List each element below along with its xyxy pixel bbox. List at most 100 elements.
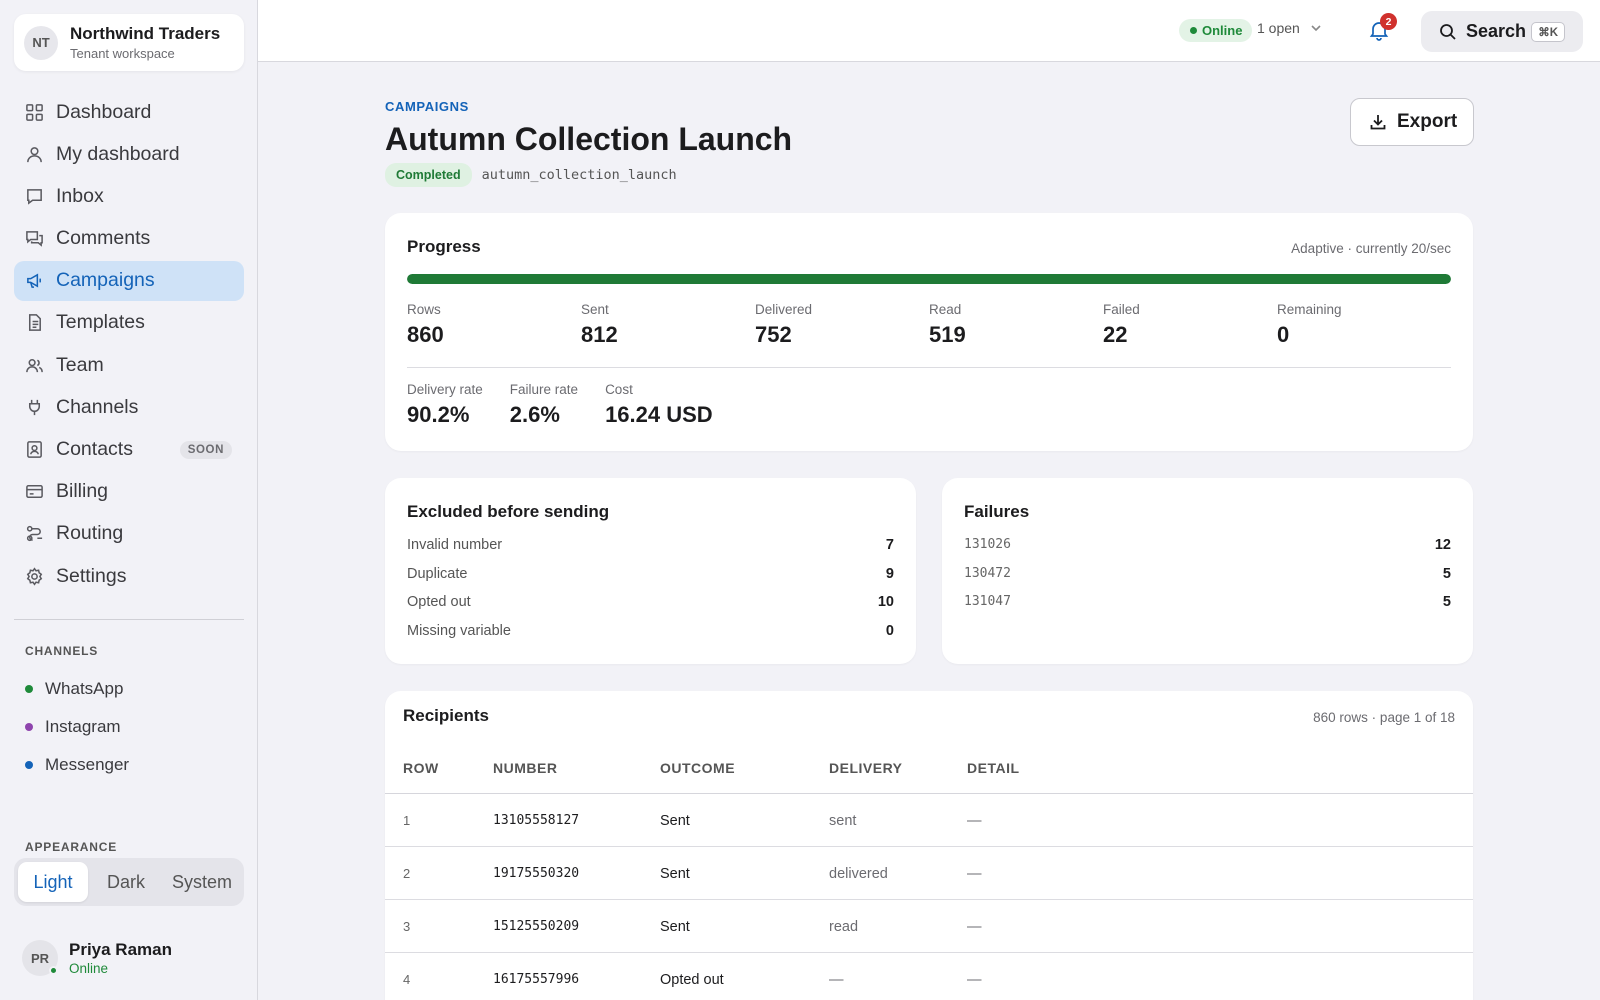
search-icon	[1440, 23, 1456, 40]
item-value: 12	[1434, 537, 1451, 553]
stat-label: Remaining	[1277, 302, 1342, 317]
stat-value: 22	[1103, 322, 1128, 347]
search-label: Search	[1466, 21, 1527, 41]
connection-status-badge: Online	[1179, 19, 1253, 42]
sidebar-item-label: My dashboard	[56, 142, 180, 165]
sidebar-item-settings[interactable]: Settings	[14, 556, 244, 596]
page-title: Autumn Collection Launch	[385, 121, 793, 157]
column-header-outcome[interactable]: OUTCOME	[660, 760, 735, 776]
stat-label: Rows	[407, 302, 441, 317]
cell-delivery: delivered	[829, 866, 888, 882]
cell-row: 2	[403, 866, 411, 881]
table-row[interactable]: 4 16175557996 Opted out — —	[385, 953, 1473, 1000]
sidebar-item-label: Team	[56, 353, 104, 376]
item-value: 0	[885, 623, 894, 640]
stat-label: Read	[929, 302, 962, 317]
column-header-row[interactable]: ROW	[403, 760, 439, 776]
sidebar-item-contacts[interactable]: Contacts SOON	[14, 430, 244, 470]
sidebar-item-billing[interactable]: Billing	[14, 472, 244, 512]
column-header-delivery[interactable]: DELIVERY	[829, 760, 903, 776]
open-conversations-dropdown[interactable]: 1 open	[1257, 20, 1322, 36]
appearance-light-option[interactable]: Light	[18, 862, 88, 902]
cell-outcome: Opted out	[660, 972, 724, 988]
list-item: Duplicate 9	[407, 566, 894, 595]
progress-title: Progress	[407, 237, 481, 256]
progress-bar-fill	[407, 274, 1451, 284]
stat-value: 752	[755, 322, 792, 347]
table-header: ROW NUMBER OUTCOME DELIVERY DETAIL	[385, 756, 1473, 794]
stat-rows: Rows 860	[407, 302, 581, 348]
sidebar-item-routing[interactable]: Routing	[14, 514, 244, 554]
contact-card-icon	[24, 440, 44, 460]
breadcrumb[interactable]: CAMPAIGNS	[385, 99, 469, 114]
stat-failure-rate: Failure rate 2.6%	[510, 382, 578, 428]
item-value: 10	[877, 594, 894, 611]
sidebar-item-inbox[interactable]: Inbox	[14, 176, 244, 216]
stat-read: Read 519	[929, 302, 1103, 348]
recipients-title: Recipients	[403, 706, 489, 725]
appearance-toggle: Light Dark System	[14, 858, 244, 906]
channel-messenger[interactable]: Messenger	[25, 746, 129, 784]
sidebar-item-channels[interactable]: Channels	[14, 387, 244, 427]
table-row[interactable]: 1 13105558127 Sent sent —	[385, 794, 1473, 847]
channels-list: WhatsApp Instagram Messenger	[25, 670, 129, 784]
tenant-avatar: NT	[24, 25, 58, 60]
comments-icon	[24, 229, 44, 249]
sidebar-item-campaigns[interactable]: Campaigns	[14, 260, 244, 301]
status-badge: Completed	[385, 163, 472, 187]
sidebar-item-label: Templates	[56, 311, 145, 334]
connection-status-label: Online	[1202, 23, 1243, 38]
chevron-down-icon	[1311, 25, 1321, 32]
online-dot-icon	[1190, 27, 1197, 34]
excluded-title: Excluded before sending	[407, 502, 610, 521]
export-button[interactable]: Export	[1350, 98, 1474, 146]
sidebar-item-label: Comments	[56, 227, 151, 250]
send-rate-note: Adaptive · currently 20/sec	[1291, 241, 1451, 256]
notifications-button[interactable]: 2	[1368, 13, 1397, 43]
table-row[interactable]: 3 15125550209 Sent read —	[385, 900, 1473, 953]
sidebar-item-dashboard[interactable]: Dashboard	[14, 92, 244, 132]
appearance-dark-option[interactable]: Dark	[88, 862, 164, 902]
tenant-switcher[interactable]: NT Northwind Traders Tenant workspace	[14, 14, 244, 71]
channel-whatsapp[interactable]: WhatsApp	[25, 670, 129, 708]
sidebar-item-templates[interactable]: Templates	[14, 303, 244, 343]
channel-instagram[interactable]: Instagram	[25, 708, 129, 746]
table-row[interactable]: 2 19175550320 Sent delivered —	[385, 847, 1473, 900]
sidebar-item-team[interactable]: Team	[14, 345, 244, 385]
online-status-dot	[49, 966, 58, 975]
cell-number: 13105558127	[493, 813, 580, 828]
list-item: Opted out 10	[407, 594, 894, 623]
user-profile[interactable]: PR Priya Raman Online	[22, 940, 172, 976]
avatar: PR	[22, 940, 58, 976]
progress-stats: Rows 860 Sent 812 Delivered 752 Read 519 Fai…	[407, 302, 1451, 348]
list-item: 131026 12	[964, 537, 1451, 566]
cell-number: 15125550209	[493, 919, 580, 934]
plug-icon	[24, 397, 44, 417]
column-header-detail[interactable]: DETAIL	[967, 760, 1020, 776]
stat-value: 2.6%	[509, 402, 560, 427]
appearance-system-option[interactable]: System	[164, 862, 240, 902]
keyboard-shortcut-hint: ⌘K	[1531, 21, 1565, 42]
megaphone-icon	[24, 271, 44, 291]
failures-list: 131026 12 130472 5 131047 5	[964, 537, 1451, 623]
cell-row: 1	[403, 813, 411, 828]
sidebar-nav: Dashboard My dashboard Inbox Comments Ca…	[14, 92, 244, 598]
cell-delivery: —	[829, 972, 844, 988]
appearance-section-label: APPEARANCE	[25, 840, 118, 854]
recipients-pagination-info: 860 rows · page 1 of 18	[1313, 710, 1455, 725]
sidebar-item-comments[interactable]: Comments	[14, 219, 244, 259]
user-status: Online	[69, 961, 109, 976]
channel-status-dot	[25, 761, 33, 769]
excluded-list: Invalid number 7 Duplicate 9 Opted out 10 M…	[407, 537, 894, 652]
progress-bar	[407, 274, 1451, 284]
column-header-number[interactable]: NUMBER	[493, 760, 557, 776]
cell-detail: —	[967, 972, 982, 988]
cell-outcome: Sent	[660, 919, 690, 935]
document-icon	[24, 313, 44, 333]
sidebar-item-my-dashboard[interactable]: My dashboard	[14, 134, 244, 174]
stat-failed: Failed 22	[1103, 302, 1277, 348]
credit-card-icon	[24, 482, 44, 502]
stat-label: Sent	[581, 302, 609, 317]
routing-icon	[24, 524, 44, 544]
search-button[interactable]: Search ⌘K	[1421, 11, 1583, 52]
